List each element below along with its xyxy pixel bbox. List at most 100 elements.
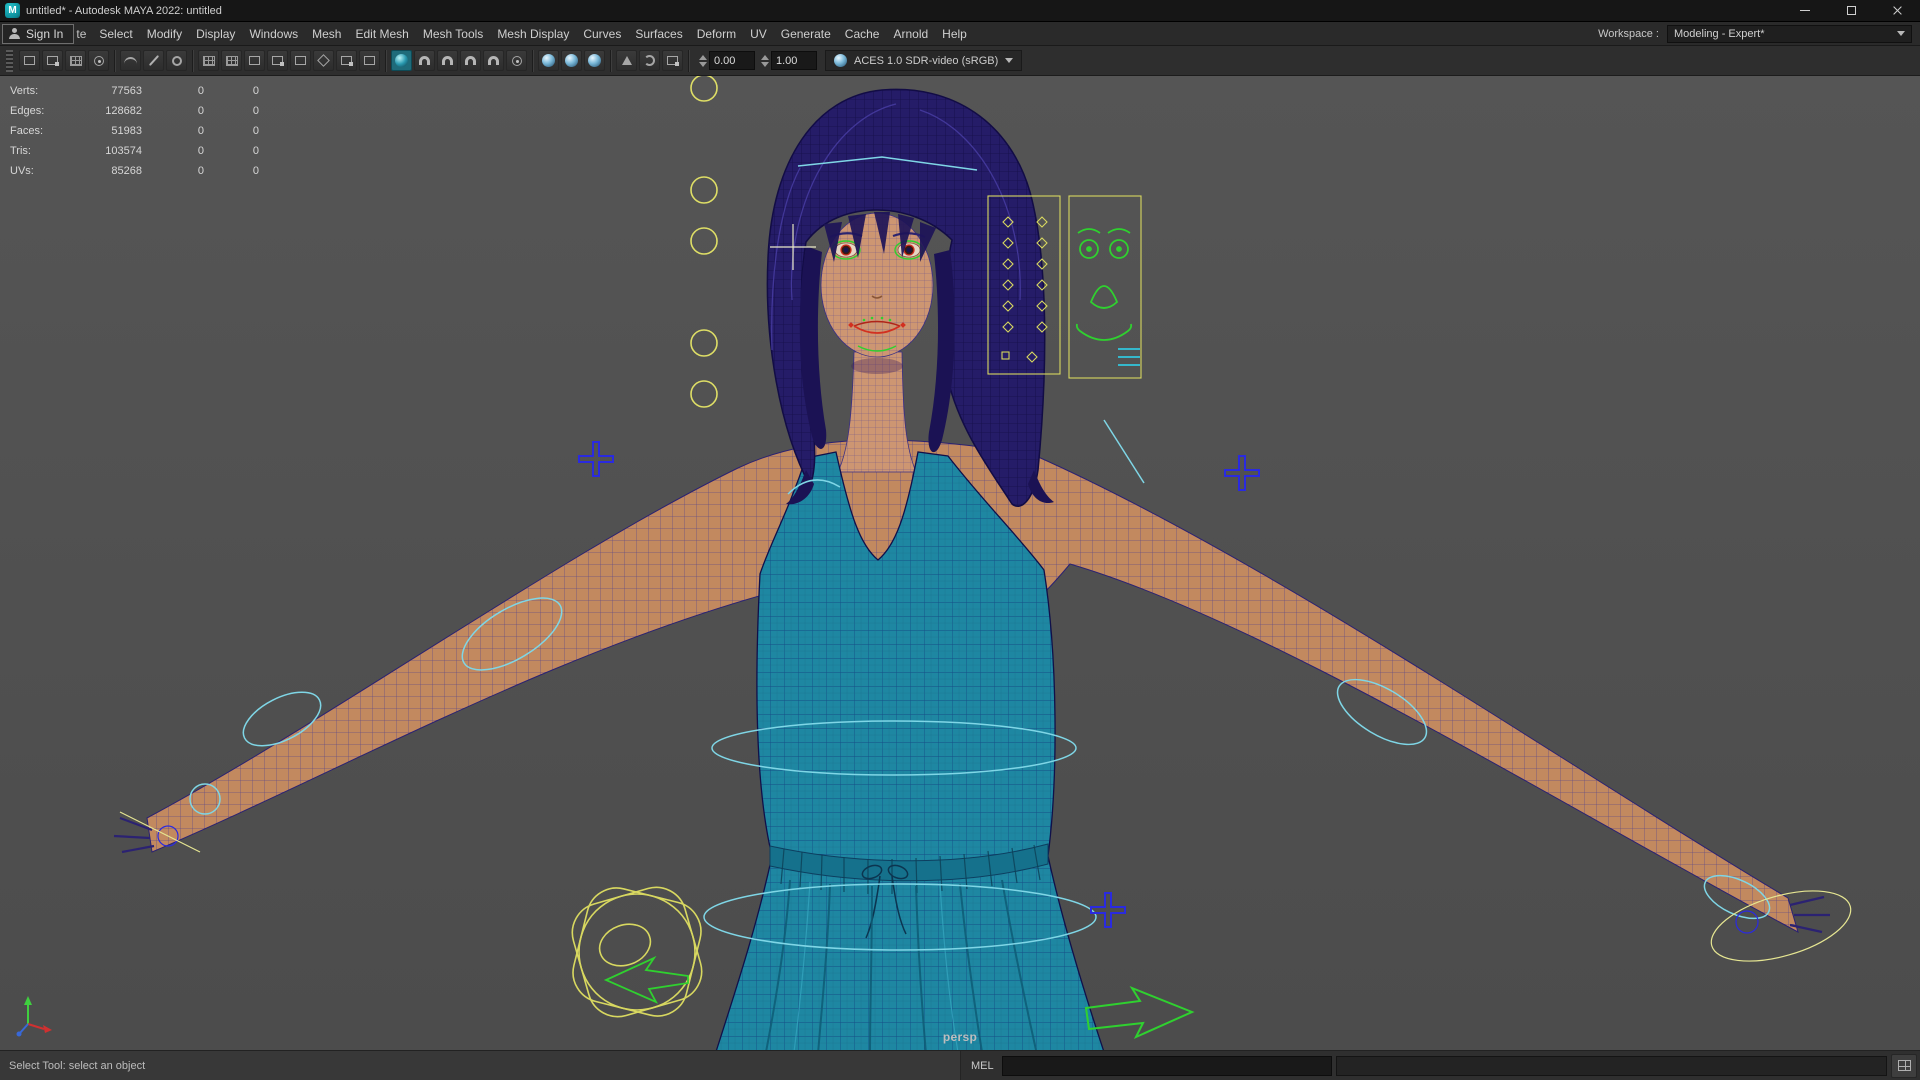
chin-shadow <box>851 358 903 374</box>
menu-mesh-tools[interactable]: Mesh Tools <box>416 22 490 45</box>
menu-uv[interactable]: UV <box>743 22 774 45</box>
menu-edit-mesh[interactable]: Edit Mesh <box>348 22 415 45</box>
menu-cache[interactable]: Cache <box>838 22 887 45</box>
snap-to-curves-button[interactable] <box>437 50 458 71</box>
scale-entry-field[interactable] <box>771 51 817 70</box>
close-icon <box>1892 5 1903 16</box>
hud-row-verts: Verts: 77563 0 0 <box>10 81 259 101</box>
field-spinner[interactable] <box>761 54 769 67</box>
sign-in-label: Sign In <box>26 26 64 41</box>
hud-label: Edges: <box>10 105 45 117</box>
render-flag-button-3[interactable] <box>584 50 605 71</box>
menu-help[interactable]: Help <box>935 22 974 45</box>
view-grid-button-4[interactable] <box>267 50 288 71</box>
close-button[interactable] <box>1874 0 1920 21</box>
menu-surfaces[interactable]: Surfaces <box>628 22 689 45</box>
mel-toggle[interactable]: MEL <box>961 1060 1002 1072</box>
command-result-field[interactable] <box>1335 1055 1887 1076</box>
window-controls <box>1782 0 1920 21</box>
viewport[interactable]: Verts: 77563 0 0 Edges: 128682 0 0 Faces… <box>0 76 1920 1050</box>
menu-mesh[interactable]: Mesh <box>305 22 348 45</box>
mel-command-input[interactable] <box>1001 1055 1332 1076</box>
menu-windows[interactable]: Windows <box>242 22 305 45</box>
magnet-center-icon <box>488 56 499 65</box>
maximize-button[interactable] <box>1828 0 1874 21</box>
layout-button-3[interactable] <box>336 50 357 71</box>
menu-select[interactable]: Select <box>92 22 139 45</box>
toolbar-grip[interactable] <box>6 49 13 72</box>
render-settings-button[interactable] <box>662 50 683 71</box>
input-connections-button[interactable] <box>616 50 637 71</box>
symmetry-toggle-button[interactable] <box>391 50 412 71</box>
view-grid-button-1[interactable] <box>198 50 219 71</box>
render-flag-button-2[interactable] <box>561 50 582 71</box>
history-icon <box>644 55 655 66</box>
construction-history-button[interactable] <box>639 50 660 71</box>
snap-to-points-button[interactable] <box>460 50 481 71</box>
view-axis-gizmo <box>16 996 52 1037</box>
snap-to-projected-center-button[interactable] <box>483 50 504 71</box>
highlight-selection-button[interactable] <box>88 50 109 71</box>
soft-select-button[interactable] <box>166 50 187 71</box>
face-gui-expression-panel <box>1068 195 1142 379</box>
select-by-object-button[interactable] <box>42 50 63 71</box>
menu-display[interactable]: Display <box>189 22 242 45</box>
command-line: MEL <box>960 1051 1920 1080</box>
titlebar: M untitled* - Autodesk MAYA 2022: untitl… <box>0 0 1920 22</box>
field-spinner[interactable] <box>699 54 707 67</box>
hip-control-cluster <box>571 886 703 1018</box>
hud-selected: 0 <box>197 145 204 157</box>
magnet-point-icon <box>465 56 476 65</box>
poly-count-hud: Verts: 77563 0 0 Edges: 128682 0 0 Faces… <box>10 81 259 181</box>
menu-modify[interactable]: Modify <box>140 22 189 45</box>
view-grid-button-2[interactable] <box>221 50 242 71</box>
maya-app-icon[interactable]: M <box>5 3 20 18</box>
object-mode-icon <box>47 56 59 66</box>
menu-curves[interactable]: Curves <box>576 22 628 45</box>
snap-to-grids-button[interactable] <box>414 50 435 71</box>
view-grid-button-3[interactable] <box>244 50 265 71</box>
hud-selected: 0 <box>197 165 204 177</box>
spin-up-icon <box>761 54 769 60</box>
hud-value: 103574 <box>105 145 142 157</box>
coordinate-entry-field[interactable] <box>709 51 755 70</box>
direction-arrow-control <box>1084 985 1195 1040</box>
menu-create-clipped[interactable]: te <box>74 22 92 45</box>
workspace-dropdown[interactable]: Modeling - Expert* <box>1667 24 1912 43</box>
menu-generate[interactable]: Generate <box>774 22 838 45</box>
snap-to-view-planes-button[interactable] <box>506 50 527 71</box>
paint-select-button[interactable] <box>143 50 164 71</box>
workspace-label: Workspace : <box>1598 27 1659 40</box>
hud-row-faces: Faces: 51983 0 0 <box>10 121 259 141</box>
hud-extra: 0 <box>252 125 259 137</box>
layout-button-1[interactable] <box>290 50 311 71</box>
hud-selected: 0 <box>197 125 204 137</box>
script-editor-button[interactable] <box>1891 1053 1917 1078</box>
viewport-canvas[interactable] <box>0 76 1920 1050</box>
spine-circle-controls <box>690 76 718 408</box>
hud-label: Faces: <box>10 125 44 137</box>
layout-button-4[interactable] <box>359 50 380 71</box>
hud-row-tris: Tris: 103574 0 0 <box>10 141 259 161</box>
layout-button-2[interactable] <box>313 50 334 71</box>
menu-deform[interactable]: Deform <box>690 22 743 45</box>
color-management-dropdown[interactable]: ACES 1.0 SDR-video (sRGB) <box>825 50 1023 71</box>
help-line: Select Tool: select an object <box>9 1059 146 1072</box>
camera-label: persp <box>942 1030 978 1044</box>
select-by-component-button[interactable] <box>65 50 86 71</box>
menu-arnold[interactable]: Arnold <box>886 22 935 45</box>
window-title: untitled* - Autodesk MAYA 2022: untitled <box>26 4 222 17</box>
toolbar-separator <box>192 49 193 72</box>
lasso-select-button[interactable] <box>120 50 141 71</box>
menu-mesh-display[interactable]: Mesh Display <box>490 22 576 45</box>
component-mode-icon <box>69 55 82 66</box>
grid-icon <box>225 55 238 66</box>
character-mesh[interactable] <box>113 88 1830 1050</box>
render-flag-button-1[interactable] <box>538 50 559 71</box>
sign-in-button[interactable]: Sign In <box>2 23 75 44</box>
select-by-hierarchy-button[interactable] <box>19 50 40 71</box>
render-settings-icon <box>667 56 679 66</box>
exposure-icon <box>834 54 847 67</box>
minimize-button[interactable] <box>1782 0 1828 21</box>
grid-icon <box>202 55 215 66</box>
